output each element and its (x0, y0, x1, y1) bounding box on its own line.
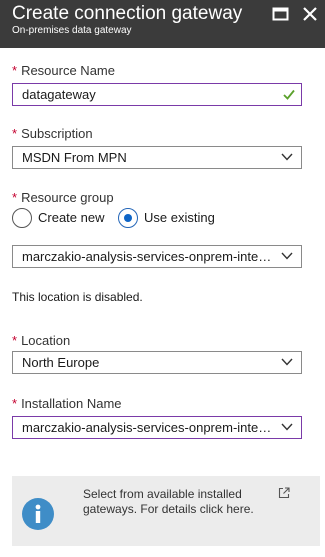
subscription-select[interactable]: MSDN From MPN (12, 146, 302, 169)
external-link-icon[interactable] (278, 487, 290, 499)
radio-create-new-label[interactable]: Create new (38, 210, 104, 225)
location-disabled-note: This location is disabled. (12, 290, 143, 304)
blade-title: Create connection gateway (12, 3, 243, 24)
location-select[interactable]: North Europe (12, 351, 302, 374)
maximize-icon (272, 7, 289, 21)
checkmark-icon (283, 89, 295, 100)
location-value: North Europe (22, 355, 100, 370)
chevron-down-icon (281, 423, 293, 431)
resource-group-radio-group: Create new Use existing (12, 208, 312, 228)
installation-name-value: marczakio-analysis-services-onprem-integ… (22, 420, 274, 435)
resource-name-input[interactable]: datagateway (12, 83, 302, 106)
resource-group-label: * Resource group (12, 190, 114, 205)
radio-create-new[interactable] (12, 208, 32, 228)
chevron-down-icon (281, 153, 293, 161)
resource-group-select[interactable]: marczakio-analysis-services-onprem-integ… (12, 245, 302, 268)
close-icon (303, 7, 317, 21)
close-button[interactable] (301, 6, 319, 22)
radio-use-existing[interactable] (118, 208, 138, 228)
required-marker: * (12, 333, 18, 348)
required-marker: * (12, 63, 18, 78)
location-label: * Location (12, 333, 71, 348)
required-marker: * (12, 190, 18, 205)
resource-name-label: * Resource Name (12, 63, 115, 78)
subscription-value: MSDN From MPN (22, 150, 127, 165)
info-icon (22, 498, 54, 530)
info-panel[interactable]: Select from available installed gateways… (12, 476, 320, 546)
maximize-button[interactable] (272, 6, 290, 22)
blade-header: Create connection gateway On-premises da… (0, 0, 325, 48)
required-marker: * (12, 396, 18, 411)
subscription-label: * Subscription (12, 126, 93, 141)
chevron-down-icon (281, 358, 293, 366)
resource-group-value: marczakio-analysis-services-onprem-integ… (22, 249, 274, 264)
radio-use-existing-label[interactable]: Use existing (144, 210, 215, 225)
resource-name-value: datagateway (22, 87, 96, 102)
required-marker: * (12, 126, 18, 141)
chevron-down-icon (281, 252, 293, 260)
blade-subtitle: On-premises data gateway (12, 25, 132, 36)
installation-name-label: * Installation Name (12, 396, 122, 411)
info-text: Select from available installed gateways… (83, 487, 254, 516)
installation-name-select[interactable]: marczakio-analysis-services-onprem-integ… (12, 416, 302, 439)
